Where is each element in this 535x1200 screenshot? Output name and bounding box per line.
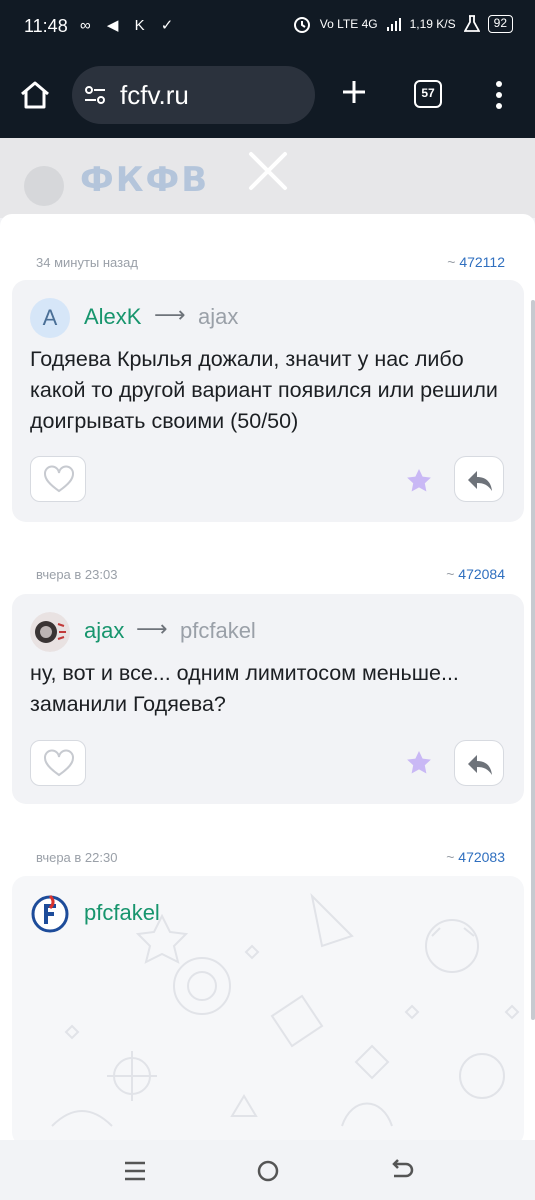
comments-panel: 34 минуты назад ~ 472112 A AlexK ⟶ ajax … bbox=[0, 214, 535, 1144]
browser-toolbar: fcfv.ru 57 bbox=[0, 56, 535, 138]
tab-switcher-button[interactable]: 57 bbox=[414, 80, 442, 108]
reply-arrow-icon: ⟶ bbox=[154, 302, 186, 327]
comment-id-prefix: ~ bbox=[447, 254, 456, 270]
url-text[interactable]: fcfv.ru bbox=[120, 80, 189, 111]
reply-to-user[interactable]: pfcfakel bbox=[180, 618, 256, 644]
star-icon[interactable] bbox=[404, 466, 434, 496]
recent-apps-icon[interactable] bbox=[120, 1156, 150, 1186]
site-settings-icon[interactable] bbox=[82, 82, 108, 108]
avatar[interactable]: A bbox=[30, 298, 70, 338]
comment-id-link[interactable]: ~ 472084 bbox=[446, 566, 505, 582]
reply-icon bbox=[468, 755, 492, 775]
like-button[interactable] bbox=[30, 456, 86, 502]
home-nav-icon[interactable] bbox=[253, 1156, 283, 1186]
comment-time: вчера в 23:03 bbox=[36, 567, 118, 582]
battery-level: 92 bbox=[487, 15, 513, 33]
avatar[interactable] bbox=[30, 894, 70, 934]
comment-id[interactable]: 472084 bbox=[458, 566, 505, 582]
comment-id[interactable]: 472112 bbox=[459, 254, 505, 270]
like-button[interactable] bbox=[30, 740, 86, 786]
scrollbar[interactable] bbox=[531, 300, 535, 1020]
reply-arrow-icon: ⟶ bbox=[136, 616, 168, 641]
status-time: 11:48 bbox=[24, 16, 68, 36]
comment-id-prefix: ~ bbox=[446, 849, 455, 865]
heart-icon bbox=[44, 465, 74, 493]
comment-text: Годяева Крылья дожали, значит у нас либо… bbox=[30, 347, 498, 433]
reply-button[interactable] bbox=[454, 456, 504, 502]
close-icon[interactable] bbox=[247, 150, 289, 192]
more-menu-icon[interactable] bbox=[494, 80, 504, 110]
comment-author[interactable]: pfcfakel bbox=[84, 900, 160, 926]
comment-card: A AlexK ⟶ ajax Годяева Крылья дожали, зн… bbox=[12, 280, 524, 522]
address-bar[interactable]: fcfv.ru bbox=[72, 66, 315, 124]
status-right: Vo LTE 4G 1,19 K/S 92 bbox=[292, 14, 513, 34]
flask-icon bbox=[463, 15, 480, 32]
network-indicator: Vo LTE 4G bbox=[319, 17, 378, 31]
notification-icons: ∞ ◀ K ✓ bbox=[80, 17, 180, 34]
star-icon[interactable] bbox=[404, 748, 434, 778]
reply-button[interactable] bbox=[454, 740, 504, 786]
background-logo-emblem bbox=[24, 166, 64, 206]
comment-author[interactable]: ajax bbox=[84, 618, 124, 644]
comment-author[interactable]: AlexK bbox=[84, 304, 141, 330]
signal-icon bbox=[386, 18, 401, 31]
comment-card: pfcfakel bbox=[12, 876, 524, 1144]
heart-icon bbox=[44, 749, 74, 777]
comment-time: 34 минуты назад bbox=[36, 255, 138, 270]
comment-time: вчера в 22:30 bbox=[36, 850, 118, 865]
alarm-icon bbox=[293, 17, 310, 33]
reply-to-user[interactable]: ajax bbox=[198, 304, 238, 330]
comment-text: ну, вот и все... одним лимитосом меньше.… bbox=[30, 661, 459, 716]
home-icon[interactable] bbox=[18, 78, 52, 112]
background-site-logo: ФКФВ bbox=[80, 160, 210, 200]
system-nav-bar bbox=[0, 1140, 535, 1200]
new-tab-icon[interactable] bbox=[340, 78, 368, 106]
avatar[interactable] bbox=[30, 612, 70, 652]
comment-id-link[interactable]: ~ 472083 bbox=[446, 849, 505, 865]
back-icon[interactable] bbox=[386, 1156, 416, 1186]
comment-id-link[interactable]: ~ 472112 bbox=[447, 254, 505, 270]
comment-id[interactable]: 472083 bbox=[458, 849, 505, 865]
comment-card: ajax ⟶ pfcfakel ну, вот и все... одним л… bbox=[12, 594, 524, 804]
comment-id-prefix: ~ bbox=[446, 566, 455, 582]
status-bar: 11:48 ∞ ◀ K ✓ Vo LTE 4G 1,19 K/S 92 bbox=[0, 0, 535, 56]
network-speed: 1,19 K/S bbox=[409, 17, 456, 31]
reply-icon bbox=[468, 471, 492, 491]
